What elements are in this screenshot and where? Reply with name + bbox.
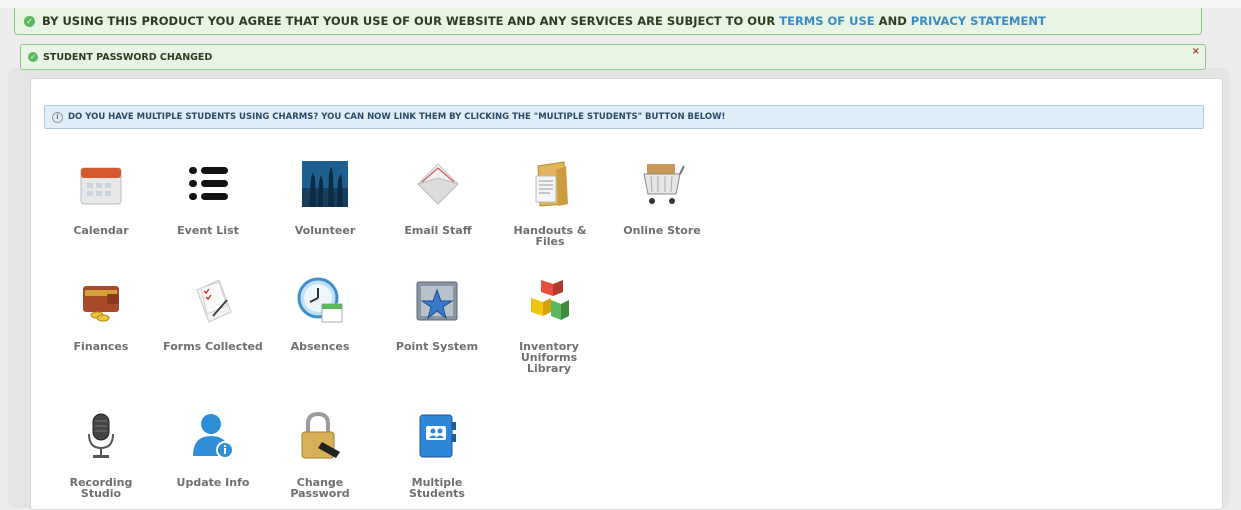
info-icon: i xyxy=(52,111,63,123)
blocks-icon xyxy=(531,280,569,320)
top-edge xyxy=(0,0,1241,8)
tile-finances[interactable]: Finances xyxy=(49,276,153,356)
terms-of-use-link[interactable]: TERMS OF USE xyxy=(779,14,874,28)
tile-label: Event List xyxy=(177,224,239,237)
wallet-icon xyxy=(83,286,119,322)
tile-absences[interactable]: Absences xyxy=(268,276,372,356)
tile-update-info[interactable]: Update Info xyxy=(161,412,265,492)
agreement-conjunction: AND xyxy=(878,14,907,28)
tile-calendar[interactable]: Calendar xyxy=(49,160,153,240)
tile-multiple-students[interactable]: Multiple Students xyxy=(385,412,489,502)
tile-inventory-uniforms-library[interactable]: Inventory Uniforms Library xyxy=(497,276,601,378)
tile-label: Finances xyxy=(73,340,129,353)
calendar-icon xyxy=(80,167,122,205)
tile-label: Volunteer xyxy=(294,224,356,237)
tile-online-store[interactable]: Online Store xyxy=(610,160,714,240)
tile-label: Recording Studio xyxy=(69,476,133,500)
tile-forms-collected[interactable]: Forms Collected xyxy=(161,276,265,356)
tile-label: Handouts & Files xyxy=(513,224,587,248)
volunteer-hands-icon xyxy=(302,161,348,207)
info-notice: i DO YOU HAVE MULTIPLE STUDENTS USING CH… xyxy=(44,105,1204,129)
microphone-icon xyxy=(88,413,114,458)
agreement-text: BY USING THIS PRODUCT YOU AGREE THAT YOU… xyxy=(42,14,776,28)
padlock-icon xyxy=(301,412,340,459)
tile-handouts-files[interactable]: Handouts & Files xyxy=(498,160,602,247)
check-circle-icon: ✓ xyxy=(24,15,35,27)
clock-icon xyxy=(297,277,343,323)
tile-recording-studio[interactable]: Recording Studio xyxy=(49,412,153,502)
success-message-text: STUDENT PASSWORD CHANGED xyxy=(43,51,213,63)
info-notice-text: DO YOU HAVE MULTIPLE STUDENTS USING CHAR… xyxy=(68,112,726,122)
terms-agreement-banner: ✓ BY USING THIS PRODUCT YOU AGREE THAT Y… xyxy=(14,8,1202,35)
tile-label: Point System xyxy=(395,340,479,353)
tile-label: Email Staff xyxy=(404,224,472,237)
tile-label: Online Store xyxy=(623,224,701,237)
tile-label: Absences xyxy=(290,340,350,353)
tile-event-list[interactable]: Event List xyxy=(156,160,260,240)
folder-icon xyxy=(535,161,568,207)
tile-email-staff[interactable]: Email Staff xyxy=(386,160,490,240)
success-message: ✓ STUDENT PASSWORD CHANGED × xyxy=(20,44,1206,70)
privacy-statement-link[interactable]: PRIVACY STATEMENT xyxy=(911,14,1046,28)
tile-label: Multiple Students xyxy=(409,476,465,500)
check-circle-icon: ✓ xyxy=(28,52,38,62)
tile-volunteer[interactable]: Volunteer xyxy=(273,160,377,240)
tile-label: Change Password xyxy=(290,476,350,500)
close-icon[interactable]: × xyxy=(1192,46,1200,57)
tile-point-system[interactable]: Point System xyxy=(385,276,489,356)
star-folder-icon xyxy=(416,281,458,321)
forms-icon xyxy=(196,279,232,323)
user-info-icon xyxy=(193,414,234,459)
tile-label: Inventory Uniforms Library xyxy=(519,340,579,375)
envelope-icon xyxy=(417,163,459,205)
list-icon xyxy=(189,167,228,200)
shopping-cart-icon xyxy=(643,164,685,204)
tile-label: Forms Collected xyxy=(163,340,263,353)
tile-label: Calendar xyxy=(73,224,129,237)
tile-label: Update Info xyxy=(176,476,250,489)
contacts-book-icon xyxy=(419,414,456,458)
tile-change-password[interactable]: Change Password xyxy=(268,412,372,502)
